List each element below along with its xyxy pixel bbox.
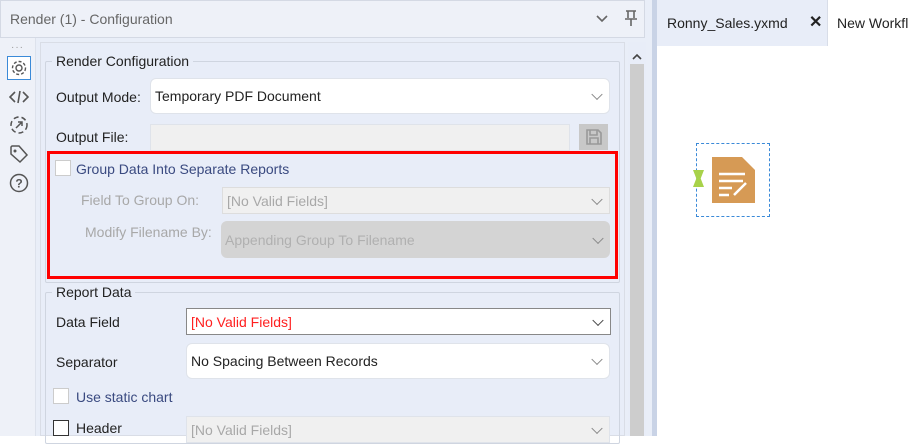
chevron-down-icon [592, 314, 604, 326]
report-data-legend: Report Data [56, 284, 132, 300]
chevron-down-icon [591, 353, 603, 366]
save-file-button[interactable] [579, 124, 608, 150]
header-label: Header [76, 420, 122, 436]
static-chart-label: Use static chart [76, 389, 173, 405]
data-field-select[interactable]: [No Valid Fields] [186, 308, 611, 335]
data-field-label: Data Field [56, 314, 120, 330]
pin-icon[interactable] [623, 9, 639, 30]
scrollbar-thumb[interactable] [630, 64, 644, 436]
separator-value: No Spacing Between Records [191, 353, 378, 369]
tab-new-workflow[interactable]: New Workfl [837, 15, 908, 31]
separator-select[interactable]: No Spacing Between Records [186, 343, 610, 379]
header-select[interactable]: [No Valid Fields] [186, 416, 610, 443]
svg-text:?: ? [15, 177, 22, 191]
output-mode-value: Temporary PDF Document [155, 88, 321, 104]
output-mode-select[interactable]: Temporary PDF Document [150, 78, 610, 114]
gear-icon[interactable] [7, 56, 31, 80]
highlight-box [47, 151, 618, 279]
code-icon[interactable] [7, 85, 31, 109]
panel-title: Render (1) - Configuration [10, 11, 173, 27]
chevron-down-icon [591, 88, 603, 101]
scroll-up-icon[interactable] [632, 49, 642, 64]
header-checkbox[interactable] [53, 420, 69, 436]
render-document-icon [712, 157, 755, 203]
output-mode-label: Output Mode: [56, 89, 141, 105]
panel-title-bar: Render (1) - Configuration [0, 0, 645, 38]
data-field-value: [No Valid Fields] [191, 313, 292, 330]
tab-ronny-sales[interactable]: Ronny_Sales.yxmd [657, 0, 828, 46]
save-icon [585, 128, 603, 149]
annotation-icon[interactable] [7, 113, 31, 137]
static-chart-checkbox[interactable] [53, 388, 69, 404]
tag-icon[interactable] [7, 142, 31, 166]
chevron-down-icon[interactable] [595, 11, 609, 28]
input-anchor[interactable] [693, 170, 704, 187]
panel-divider[interactable] [652, 0, 657, 436]
header-value: [No Valid Fields] [191, 421, 292, 438]
chevron-down-icon [591, 422, 603, 434]
close-icon[interactable]: ✕ [809, 12, 822, 32]
separator-label: Separator [56, 354, 118, 370]
render-tool[interactable] [693, 143, 770, 217]
help-icon[interactable]: ? [7, 171, 31, 195]
tab-label: Ronny_Sales.yxmd [667, 15, 788, 31]
output-file-input[interactable] [150, 124, 570, 151]
render-configuration-legend: Render Configuration [56, 53, 190, 69]
output-file-label: Output File: [56, 129, 129, 145]
more-icon[interactable]: ··· [11, 42, 24, 53]
